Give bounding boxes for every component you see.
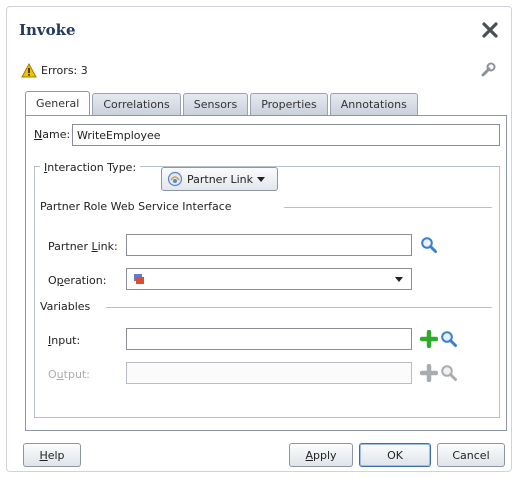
label-text: ame: [42,128,71,141]
chevron-down-icon [395,277,403,282]
partner-link-label: Partner Link: [48,240,118,253]
tab-label: Sensors [193,98,238,111]
label-text: O [48,274,57,287]
button-label: elp [47,448,65,462]
invoke-dialog: Invoke Errors: 3 General Correlations Se… [6,6,512,472]
tab-correlations[interactable]: Correlations [92,93,181,115]
cancel-button[interactable]: Cancel [437,443,505,467]
mnemonic: u [56,368,64,381]
variables-section-label: Variables [40,300,97,313]
label-text: tput: [63,368,90,381]
tab-sensors[interactable]: Sensors [182,93,249,115]
label-text: Partner [48,240,92,253]
close-icon[interactable] [481,21,499,39]
output-label: Output: [48,368,90,381]
dialog-title: Invoke [19,21,76,39]
search-icon[interactable] [420,236,438,254]
tab-bar: General Correlations Sensors Properties … [25,91,420,115]
tab-properties[interactable]: Properties [250,93,328,115]
mnemonic: A [305,448,313,462]
label-text: nteraction Type: [47,160,137,174]
label-text: eration: [63,274,107,287]
button-label: OK [387,448,403,462]
apply-button[interactable]: Apply [289,443,353,467]
button-label: pply [313,448,337,462]
interaction-type-select[interactable]: Partner Link [161,167,278,191]
name-input[interactable]: WriteEmployee [72,124,500,146]
mnemonic: H [39,448,48,462]
chevron-down-icon [257,176,265,182]
tab-label: Annotations [340,98,407,111]
tab-general[interactable]: General [25,91,91,115]
interaction-type-legend: Interaction Type: [40,156,141,178]
mnemonic: p [56,274,64,287]
section-divider [284,207,492,208]
ok-button[interactable]: OK [359,443,431,467]
input-label: Input: [48,334,80,347]
section-divider [106,307,492,308]
partner-role-section-label: Partner Role Web Service Interface [40,200,238,213]
mnemonic: N [34,128,43,141]
operation-select[interactable] [126,268,412,290]
label-text: nput: [51,334,81,347]
warning-icon [21,63,37,78]
add-icon[interactable] [420,330,438,348]
errors-label: Errors: 3 [41,64,88,77]
label-text: ink: [97,240,118,253]
output-variable-field[interactable] [126,362,412,384]
help-button[interactable]: Help [23,443,81,467]
operation-icon [134,274,144,284]
name-label: Name: [34,128,70,141]
operation-label: Operation: [48,274,106,287]
wrench-icon[interactable] [479,61,497,79]
search-icon[interactable] [440,330,458,348]
interaction-type-value: Partner Link [187,172,253,186]
errors-indicator[interactable]: Errors: 3 [21,63,88,78]
tab-label: Correlations [103,98,170,111]
general-panel: Name: WriteEmployee Interaction Type: Pa… [25,115,507,431]
add-icon[interactable] [420,364,438,382]
tab-label: Properties [261,98,317,111]
button-label: Cancel [452,448,490,462]
partner-link-icon [167,171,183,187]
search-icon[interactable] [440,364,458,382]
name-value: WriteEmployee [77,128,161,142]
label-text: O [48,368,57,381]
tab-label: General [36,97,80,110]
partner-link-input[interactable] [126,234,412,256]
input-variable-field[interactable] [126,328,412,350]
tab-annotations[interactable]: Annotations [329,93,418,115]
